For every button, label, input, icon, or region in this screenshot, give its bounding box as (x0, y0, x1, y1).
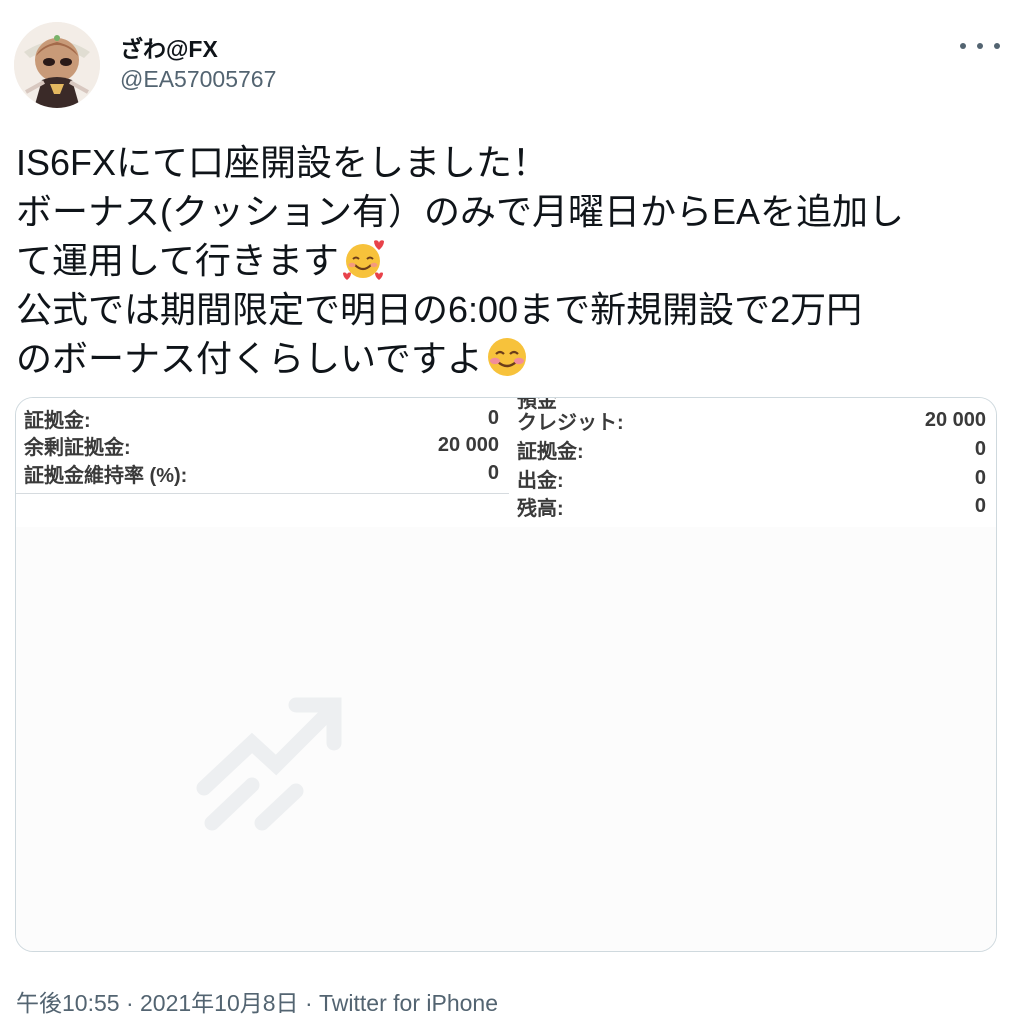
tweet-source-link[interactable]: Twitter for iPhone (319, 990, 498, 1016)
tweet-line-text: て運用して行きます (16, 240, 339, 281)
tweet-line-text: ボーナス(クッション有）のみで月曜日からEAを追加し (16, 191, 905, 232)
more-dot-icon (960, 43, 966, 49)
row-value: 0 (974, 466, 986, 489)
margin-row: 証拠金: 0 (24, 404, 499, 432)
tweet-line: IS6FXにて口座開設をしました！ (16, 138, 1006, 187)
withdrawal-row: 出金: 0 (517, 464, 986, 492)
margin-row-right: 証拠金: 0 (517, 435, 986, 463)
account-summary-left: 証拠金: 0 余剰証拠金: 20 000 証拠金維持率 (%): 0 (16, 398, 509, 494)
row-value: 0 (487, 406, 499, 429)
meta-separator: · (119, 990, 141, 1016)
row-label: 証拠金: (24, 409, 91, 432)
tweet-time[interactable]: 午後10:55 (16, 990, 120, 1016)
margin-level-row: 証拠金維持率 (%): 0 (24, 459, 499, 487)
media-placeholder-area (16, 527, 996, 951)
tweet-line: 公式では期間限定で明日の6:00まで新規開設で2万円 (16, 285, 1006, 334)
row-label: 証拠金: (517, 440, 584, 463)
avatar[interactable] (14, 22, 100, 108)
media-card[interactable]: 証拠金: 0 余剰証拠金: 20 000 証拠金維持率 (%): 0 預金 クレ… (15, 397, 997, 952)
trending-up-icon (196, 697, 342, 831)
tweet-line-text: IS6FXにて口座開設をしました！ (16, 142, 549, 183)
meta-separator: · (298, 990, 320, 1016)
tweet-line-text: 公式では期間限定で明日の6:00まで新規開設で2万円 (16, 289, 863, 330)
tweet-date[interactable]: 2021年10月8日 (140, 990, 299, 1016)
balance-row: 残高: 0 (517, 492, 986, 520)
row-value: 20 000 (924, 408, 986, 431)
row-label: 証拠金維持率 (%): (24, 464, 188, 487)
row-value: 0 (974, 494, 986, 517)
row-label: クレジット: (517, 411, 624, 434)
row-value: 0 (487, 461, 499, 484)
row-label: 残高: (517, 497, 564, 520)
user-handle[interactable]: @EA57005767 (120, 66, 276, 93)
tweet-text: IS6FXにて口座開設をしました！ ボーナス(クッション有）のみで月曜日からEA… (16, 138, 1006, 383)
more-dot-icon (977, 43, 983, 49)
tweet-line: ボーナス(クッション有）のみで月曜日からEAを追加し (16, 187, 1006, 236)
tweet-line: て運用して行きます (16, 236, 1006, 285)
avatar-image (14, 22, 100, 108)
row-value: 20 000 (437, 433, 499, 456)
tweet-line-text: のボーナス付くらしいですよ (16, 338, 483, 379)
row-label: 出金: (517, 469, 564, 492)
more-dot-icon (994, 43, 1000, 49)
row-label: 余剰証拠金: (24, 436, 131, 459)
row-value: 0 (974, 437, 986, 460)
display-name[interactable]: ざわ@FX (120, 30, 218, 64)
account-summary-right: 預金 クレジット: 20 000 証拠金: 0 出金: 0 残高: 0 (509, 398, 996, 528)
credit-row: クレジット: 20 000 (517, 406, 986, 434)
smiling-face-with-hearts-icon (342, 240, 384, 280)
more-options-button[interactable] (960, 34, 1000, 58)
free-margin-row: 余剰証拠金: 20 000 (24, 431, 499, 459)
smiling-face-with-blush-icon (487, 338, 526, 376)
tweet-meta: 午後10:55 · 2021年10月8日 · Twitter for iPhon… (16, 984, 498, 1018)
tweet-line: のボーナス付くらしいですよ (16, 334, 1006, 383)
